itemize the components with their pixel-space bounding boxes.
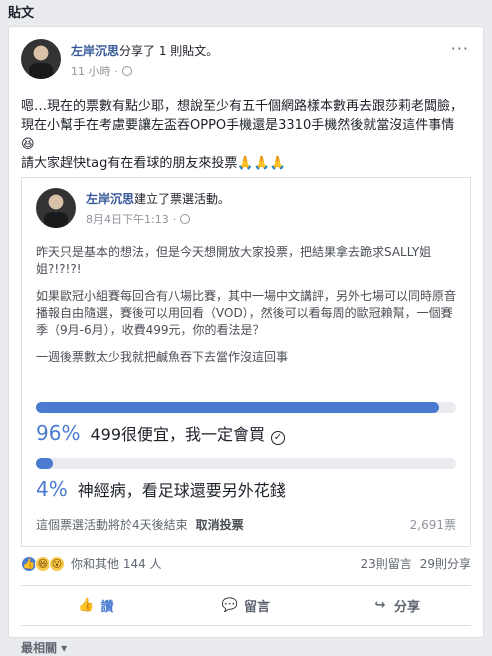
share-icon: ↪ <box>374 597 386 613</box>
poll-paragraph: 如果歐冠小組賽每回合有八場比賽，其中一場中文講評，另外七場可以同時原音播報自由隨… <box>36 289 457 337</box>
comment-sort-dropdown[interactable]: 最相關 ▾ <box>21 639 67 656</box>
thumbs-up-icon: 👍 <box>78 597 95 613</box>
post-text-line: 嗯…現在的票數有點少耶，想說至少有五千個網路樣本數再去跟莎莉老闆臉，現在小幫手在… <box>21 99 464 152</box>
poll-option[interactable]: 96% 499很便宜，我一定會買 ✓ <box>36 402 456 445</box>
globe-icon <box>180 214 191 224</box>
poll-author-link[interactable]: 左岸沉思 <box>86 192 134 206</box>
share-button[interactable]: ↪ 分享 <box>321 591 471 619</box>
poll-option[interactable]: 4% 神經病，看足球還要另外花錢 <box>36 458 456 501</box>
poll-paragraph: 一週後票數太少我就把鹹魚吞下去當作沒這回事 <box>36 350 289 364</box>
post-card: 左岸沉思分享了 1 則貼文。 11 小時 · ··· 嗯…現在的票數有點少耶，想說… <box>8 26 484 655</box>
comments-count[interactable]: 23則留言 <box>360 555 411 572</box>
reactions-summary[interactable]: 你和其他 144 人 <box>71 555 162 572</box>
comment-icon: 💬 <box>221 597 239 613</box>
action-bar: 👍 讚 💬 留言 ↪ 分享 <box>21 591 471 619</box>
divider <box>21 585 471 586</box>
poll-description: 昨天只是基本的想法，但是今天想開放大家投票，把結果拿去跪求SALLY姐姐?!?!… <box>36 244 456 376</box>
poll-option-label: 神經病，看足球還要另外花錢 <box>77 481 286 500</box>
poll-action-text: 建立了票選活動。 <box>134 192 231 206</box>
post-timestamp[interactable]: 11 小時 <box>71 63 111 79</box>
more-options-button[interactable]: ··· <box>451 39 469 58</box>
poll-percent: 96% <box>36 421 81 445</box>
section-title: 貼文 <box>8 6 35 21</box>
avatar[interactable] <box>36 188 76 228</box>
shared-poll: 左岸沉思建立了票選活動。 8月4日下午1:13 · 昨天只是基本的想法，但是今天想… <box>21 177 471 547</box>
cancel-vote-button[interactable]: 取消投票 <box>196 516 244 533</box>
poll-percent: 4% <box>36 477 68 501</box>
poll-option-label: 499很便宜，我一定會買 <box>90 425 265 444</box>
poll-bar-fill <box>36 458 53 469</box>
post-header: 左岸沉思分享了 1 則貼文。 11 小時 · <box>21 39 218 79</box>
author-link[interactable]: 左岸沉思 <box>71 44 119 58</box>
comment-button[interactable]: 💬 留言 <box>171 591 321 619</box>
post-stats: 👍 😆 😮 你和其他 144 人 23則留言 29則分享 <box>21 555 471 572</box>
poll-end-text: 這個票選活動將於4天後結束 <box>36 518 188 532</box>
wow-reaction-icon: 😮 <box>49 555 65 572</box>
poll-bar-fill <box>36 402 440 413</box>
poll-bar <box>36 458 456 469</box>
like-button[interactable]: 👍 讚 <box>21 591 171 619</box>
poll-bar <box>36 402 456 413</box>
globe-icon <box>122 66 132 76</box>
post-action-text: 分享了 1 則貼文。 <box>119 44 219 58</box>
check-circle-icon: ✓ <box>271 431 285 445</box>
vote-count[interactable]: 2,691票 <box>410 516 456 533</box>
poll-paragraph: 昨天只是基本的想法，但是今天想開放大家投票，把結果拿去跪求SALLY姐姐?!?!… <box>36 245 432 276</box>
divider <box>21 625 471 626</box>
post-text-line: 請大家趕快tag有在看球的朋友來投票🙏🙏🙏 <box>21 156 286 171</box>
post-text: 嗯…現在的票數有點少耶，想說至少有五千個網路樣本數再去跟莎莉老闆臉，現在小幫手在… <box>21 97 467 173</box>
poll-footer: 這個票選活動將於4天後結束 取消投票 2,691票 <box>36 516 456 533</box>
avatar[interactable] <box>21 39 61 79</box>
poll-timestamp[interactable]: 8月4日下午1:13 <box>86 211 169 227</box>
shares-count[interactable]: 29則分享 <box>420 555 471 572</box>
